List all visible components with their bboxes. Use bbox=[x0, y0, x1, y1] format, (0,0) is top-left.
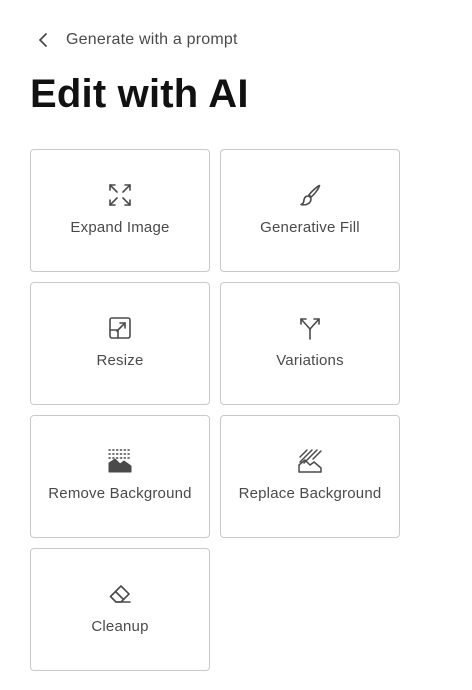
back-label: Generate with a prompt bbox=[66, 31, 238, 48]
tool-label: Generative Fill bbox=[260, 219, 360, 236]
variations-button[interactable]: Variations bbox=[220, 282, 400, 405]
tool-label: Replace Background bbox=[238, 485, 382, 502]
tool-grid: Expand Image Generative Fill Resize Vari… bbox=[30, 149, 400, 671]
generative-fill-button[interactable]: Generative Fill bbox=[220, 149, 400, 272]
fork-icon bbox=[296, 314, 324, 342]
back-button[interactable]: Generate with a prompt bbox=[36, 29, 238, 51]
remove-background-icon bbox=[106, 447, 134, 475]
tool-label: Resize bbox=[96, 352, 144, 369]
resize-icon bbox=[106, 314, 134, 342]
brush-icon bbox=[296, 181, 324, 209]
resize-button[interactable]: Resize bbox=[30, 282, 210, 405]
tool-label: Variations bbox=[276, 352, 344, 369]
tool-label: Expand Image bbox=[70, 219, 170, 236]
replace-background-icon bbox=[296, 447, 324, 475]
chevron-left-icon bbox=[36, 29, 50, 51]
replace-background-button[interactable]: Replace Background bbox=[220, 415, 400, 538]
expand-icon bbox=[106, 181, 134, 209]
expand-image-button[interactable]: Expand Image bbox=[30, 149, 210, 272]
eraser-icon bbox=[106, 580, 134, 608]
remove-background-button[interactable]: Remove Background bbox=[30, 415, 210, 538]
cleanup-button[interactable]: Cleanup bbox=[30, 548, 210, 671]
page-title: Edit with AI bbox=[30, 72, 249, 116]
tool-label: Remove Background bbox=[48, 485, 192, 502]
tool-label: Cleanup bbox=[91, 618, 149, 635]
